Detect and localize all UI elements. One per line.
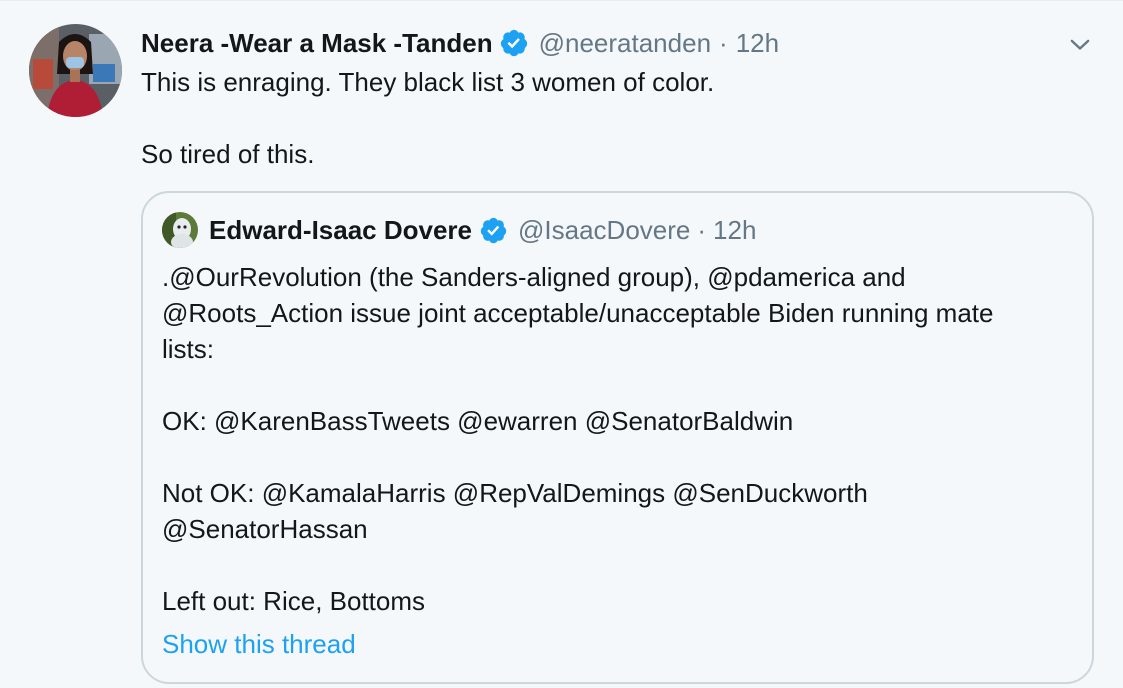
quoted-text-line: .@OurRevolution (the Sanders-aligned gro… [162, 262, 906, 292]
quoted-author-display-name: Edward-Isaac Dovere [209, 214, 473, 245]
quoted-header-separator: · [697, 214, 707, 245]
verified-badge-icon [499, 28, 529, 58]
quoted-text-line: lists: [162, 334, 214, 364]
header-separator: · [719, 27, 728, 58]
author-handle[interactable]: @neeratanden [539, 28, 711, 59]
quoted-tweet-header: Edward-Isaac Dovere @IsaacDovere · 12h [209, 212, 756, 248]
author-avatar-image [29, 24, 122, 117]
quoted-tweet-timestamp: 12h [713, 214, 757, 245]
quoted-text-line: @SenatorHassan [162, 514, 368, 544]
quoted-author-handle: @IsaacDovere [518, 214, 691, 245]
tweet-text-line: This is enraging. They black list 3 wome… [141, 67, 715, 97]
tweet-header: Neera -Wear a Mask -Tanden @neeratanden … [141, 25, 779, 61]
quoted-text-line: OK: @KarenBassTweets @ewarren @SenatorBa… [162, 406, 794, 436]
quoted-author-avatar [162, 212, 198, 248]
quoted-tweet-card[interactable]: Edward-Isaac Dovere @IsaacDovere · 12h .… [141, 191, 1094, 684]
quoted-text-line: @Roots_Action issue joint acceptable/una… [162, 298, 994, 328]
tweet-text-line: So tired of this. [141, 139, 315, 169]
verified-badge-icon [479, 216, 508, 245]
author-display-name[interactable]: Neera -Wear a Mask -Tanden [141, 28, 493, 59]
quoted-text-line: Not OK: @KamalaHarris @RepValDemings @Se… [162, 478, 868, 508]
author-avatar[interactable] [29, 24, 122, 117]
tweet[interactable]: Neera -Wear a Mask -Tanden @neeratanden … [0, 0, 1123, 688]
tweet-timestamp[interactable]: 12h [736, 28, 779, 59]
chevron-down-icon[interactable] [1066, 31, 1094, 59]
show-thread-link[interactable]: Show this thread [162, 629, 356, 660]
quoted-text-line: Left out: Rice, Bottoms [162, 586, 426, 616]
quoted-author-avatar-image [162, 212, 198, 248]
